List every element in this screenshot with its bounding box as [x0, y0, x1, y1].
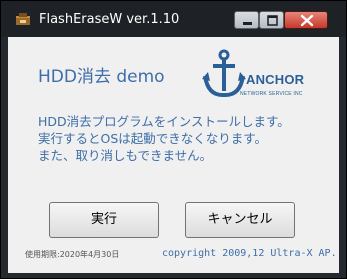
dialog-content: HDD消去 demo ANCHOR NETWORK SERVICE INC HD…	[8, 37, 339, 273]
message-line: また、取り消しもできません。	[38, 148, 213, 163]
message-line: 実行するとOSは起動できなくなります。	[38, 131, 268, 146]
application-icon[interactable]	[15, 11, 31, 27]
cancel-button[interactable]: キャンセル	[185, 202, 295, 238]
app-window: FlashEraseW ver.1.10 HDD消去 demo ANCHOR N…	[0, 0, 347, 279]
title-bar[interactable]: FlashEraseW ver.1.10	[1, 1, 346, 37]
copyright-notice: copyright 2009,12 Ultra-X AP.	[162, 248, 337, 259]
warning-message: HDD消去プログラムをインストールします。 実行するとOSは起動できなくなります…	[38, 113, 338, 164]
company-logo-subtitle: NETWORK SERVICE INC	[240, 91, 303, 97]
minimize-button[interactable]	[234, 11, 259, 29]
expiry-date: 使用期限:2020年4月30日	[25, 250, 120, 259]
maximize-icon	[267, 15, 278, 26]
run-button[interactable]: 実行	[49, 202, 159, 238]
window-title: FlashEraseW ver.1.10	[39, 12, 180, 27]
close-button[interactable]	[284, 11, 328, 29]
page-title: HDD消去 demo	[38, 67, 165, 87]
message-line: HDD消去プログラムをインストールします。	[38, 114, 290, 129]
close-icon	[300, 14, 314, 27]
maximize-button[interactable]	[259, 11, 284, 29]
company-logo-name: ANCHOR	[246, 72, 305, 87]
minimize-icon	[243, 22, 252, 25]
